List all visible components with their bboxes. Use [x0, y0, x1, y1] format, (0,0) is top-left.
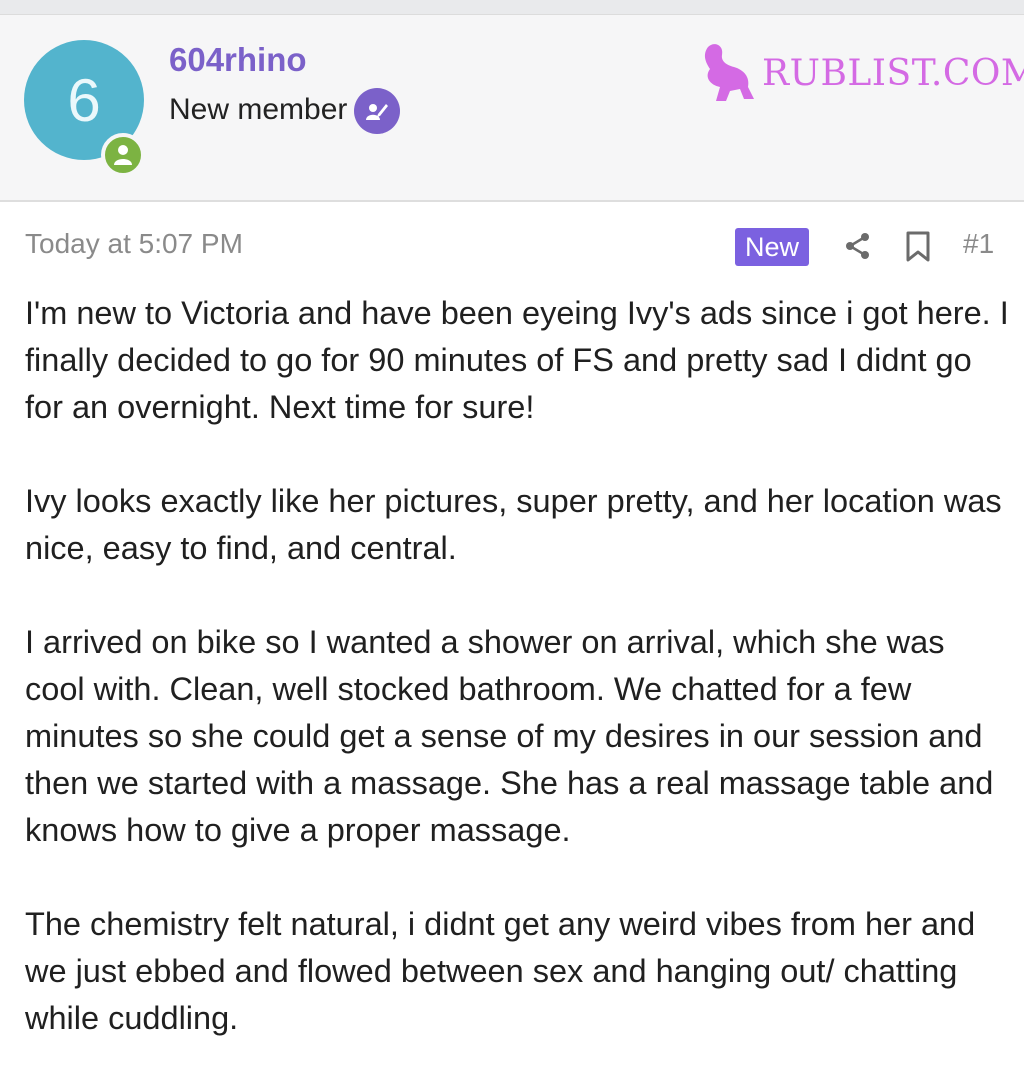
site-logo[interactable]: RUBLIST.COM: [700, 41, 1024, 103]
post-timestamp[interactable]: Today at 5:07 PM: [25, 228, 243, 260]
logo-text: RUBLIST.COM: [762, 53, 1024, 94]
post-number-link[interactable]: #1: [963, 228, 994, 260]
post-paragraph: Ivy looks exactly like her pictures, sup…: [25, 483, 1002, 566]
logo-silhouette-icon: [704, 44, 754, 101]
bookmark-icon[interactable]: [905, 231, 931, 268]
share-icon[interactable]: [843, 231, 873, 266]
user-title: New member: [169, 93, 348, 126]
post-paragraph: I arrived on bike so I wanted a shower o…: [25, 624, 994, 848]
user-header: 6 604rhino New member RUBLIST.COM: [0, 15, 1024, 202]
post-body: I'm new to Victoria and have been eyeing…: [25, 290, 1010, 1089]
post-paragraph: I'm new to Victoria and have been eyeing…: [25, 295, 1009, 425]
username-link[interactable]: 604rhino: [169, 41, 307, 79]
avatar-letter: 6: [67, 66, 101, 134]
new-badge: New: [735, 228, 809, 266]
member-badge-icon: [354, 88, 400, 134]
top-strip: [0, 0, 1024, 15]
post-paragraph: The chemistry felt natural, i didnt get …: [25, 906, 976, 1036]
online-status-icon: [101, 133, 145, 177]
